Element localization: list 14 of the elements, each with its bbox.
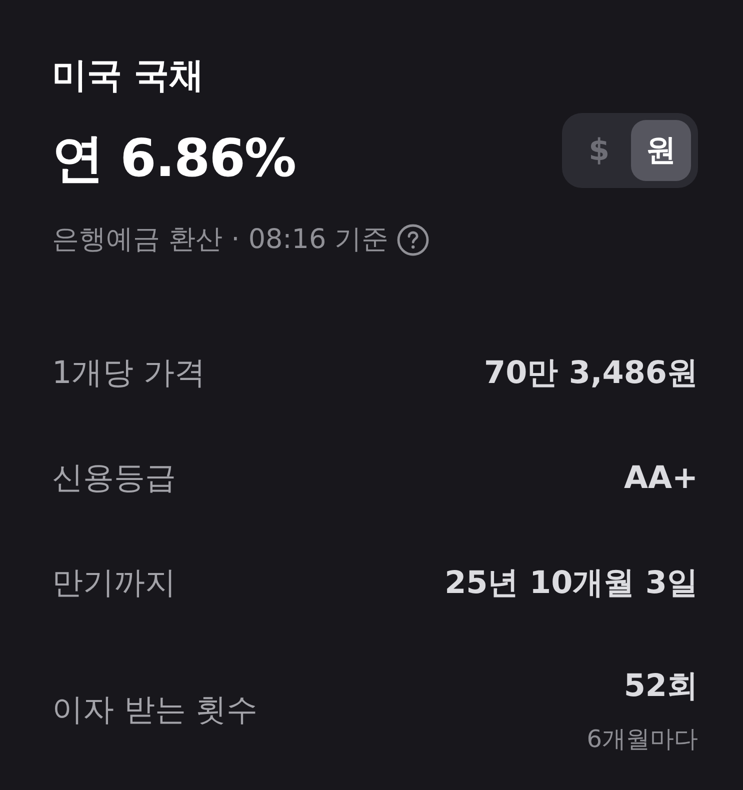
detail-label: 신용등급 <box>52 458 176 498</box>
interest-rate: 연 6.86% <box>52 128 297 191</box>
detail-label: 1개당 가격 <box>52 354 206 392</box>
page-title: 미국 국채 <box>52 55 206 98</box>
help-icon[interactable] <box>396 224 429 256</box>
rate-note: 은행예금 환산 · 08:16 기준 <box>52 223 389 257</box>
currency-option[interactable]: 원 <box>631 120 691 181</box>
detail-value: 52회 <box>624 667 698 706</box>
detail-label: 이자 받는 횟수 <box>52 691 258 730</box>
detail-label: 만기까지 <box>52 564 176 602</box>
detail-subvalue: 6개월마다 <box>586 724 698 755</box>
detail-value: 25년 10개월 3일 <box>444 564 698 602</box>
detail-value: 70만 3,486원 <box>484 354 698 392</box>
detail-value: AA+ <box>624 460 698 496</box>
